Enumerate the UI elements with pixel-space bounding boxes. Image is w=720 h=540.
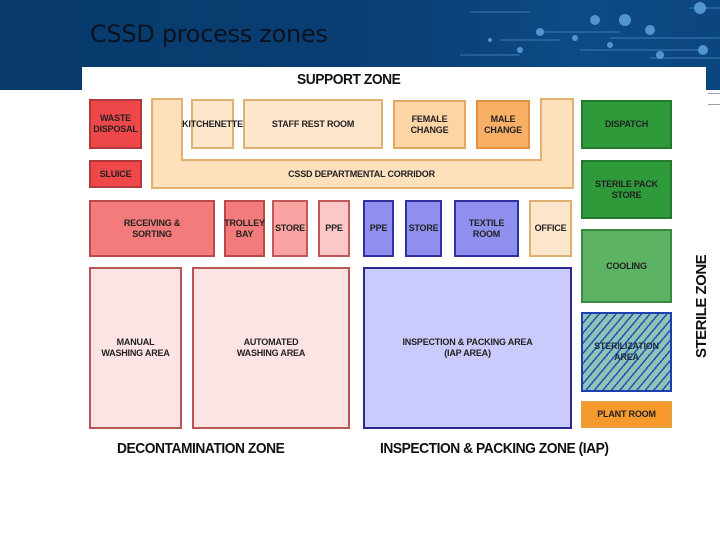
room-waste-disposal: WASTE DISPOSAL xyxy=(89,99,142,149)
room-label: STORE xyxy=(275,223,305,233)
room-staff-rest-room: STAFF REST ROOM xyxy=(243,99,383,149)
room-label: STERILE PACK STORE xyxy=(595,178,658,200)
inspection-packing-zone-label: INSPECTION & PACKING ZONE (IAP) xyxy=(380,440,609,457)
room-label: PLANT ROOM xyxy=(597,409,656,419)
room-receiving-sorting: RECEIVING & SORTING xyxy=(89,200,215,257)
room-corridor: CSSD DEPARTMENTAL CORRIDOR xyxy=(182,162,541,186)
room-label: FEMALE CHANGE xyxy=(410,113,449,135)
room-decon-store: STORE xyxy=(272,200,308,257)
room-label: SLUICE xyxy=(99,168,132,179)
room-label: COOLING xyxy=(606,260,647,271)
room-manual-washing: MANUAL WASHING AREA xyxy=(89,267,182,429)
room-label: CSSD DEPARTMENTAL CORRIDOR xyxy=(288,168,435,179)
room-female-change: FEMALE CHANGE xyxy=(393,100,466,149)
room-label: PPE xyxy=(369,223,388,233)
room-kitchenette: KITCHENETTE xyxy=(182,99,243,149)
room-label: OFFICE xyxy=(534,223,567,233)
room-iap-ppe: PPE xyxy=(363,200,394,257)
room-label: DISPATCH xyxy=(604,119,649,129)
room-label: RECEIVING & SORTING xyxy=(123,217,181,239)
room-office: OFFICE xyxy=(529,200,572,257)
room-label: STORE xyxy=(408,223,439,233)
room-automated-washing: AUTOMATED WASHING AREA xyxy=(192,267,350,429)
room-label: PPE xyxy=(325,223,343,233)
room-label: TROLLEY BAY xyxy=(224,217,265,239)
room-male-change: MALE CHANGE xyxy=(476,100,530,149)
sterile-zone-label: STERILE ZONE xyxy=(693,254,710,358)
room-sluice: SLUICE xyxy=(89,160,142,188)
decontamination-zone-label: DECONTAMINATION ZONE xyxy=(117,440,285,457)
room-label: MANUAL WASHING AREA xyxy=(101,337,170,358)
room-cooling: COOLING xyxy=(581,229,672,303)
room-trolley-bay: TROLLEY BAY xyxy=(224,200,265,257)
room-textile-room: TEXTILE ROOM xyxy=(454,200,519,257)
room-label: TEXTILE ROOM xyxy=(468,217,505,239)
room-label: MALE CHANGE xyxy=(484,113,522,135)
room-sterile-pack-store: STERILE PACK STORE xyxy=(581,160,672,219)
room-label: AUTOMATED WASHING AREA xyxy=(236,337,306,358)
room-plant-room: PLANT ROOM xyxy=(581,401,672,428)
room-label: STERILIZATION AREA xyxy=(594,341,659,362)
room-label: KITCHENETTE xyxy=(182,118,243,129)
room-dispatch: DISPATCH xyxy=(581,100,672,149)
room-iap-store: STORE xyxy=(405,200,442,257)
room-label: WASTE DISPOSAL xyxy=(93,113,138,134)
room-label: INSPECTION & PACKING AREA (IAP AREA) xyxy=(402,337,533,358)
room-sterilization-area: STERILIZATION AREA xyxy=(581,312,672,392)
room-decon-ppe: PPE xyxy=(318,200,350,257)
room-label: STAFF REST ROOM xyxy=(271,118,355,129)
room-iap-area: INSPECTION & PACKING AREA (IAP AREA) xyxy=(363,267,572,429)
